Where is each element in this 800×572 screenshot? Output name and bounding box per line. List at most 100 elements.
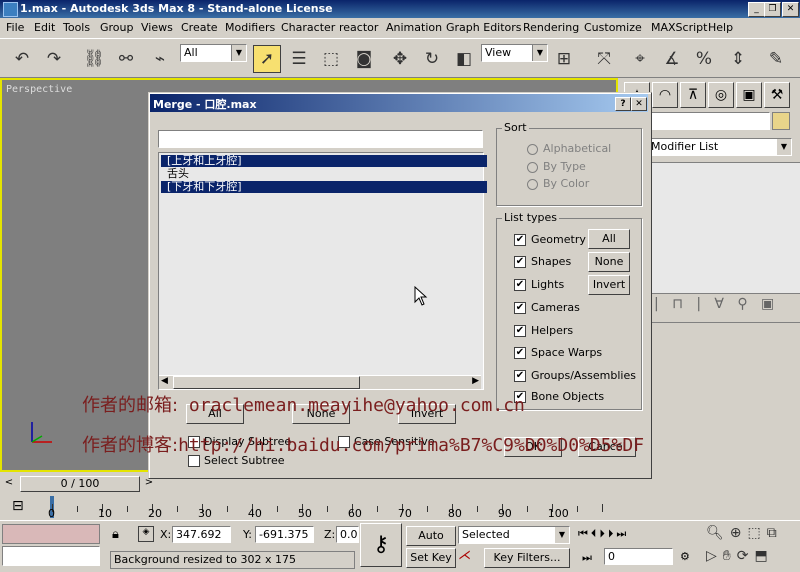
zoom-extents-icon[interactable]: ⬚: [748, 525, 767, 541]
redo-icon[interactable]: ↷: [40, 45, 68, 73]
field-of-view-icon[interactable]: ▷: [706, 548, 723, 564]
x-coordinate-field[interactable]: 347.692: [172, 526, 231, 543]
time-config-icon[interactable]: ⚙: [680, 550, 690, 563]
play-icon[interactable]: ⏵: [599, 527, 608, 540]
zoom-all-icon[interactable]: ⊕: [730, 525, 748, 541]
slider-right-icon[interactable]: >: [142, 476, 156, 490]
display-tab-icon[interactable]: ▣: [736, 82, 762, 108]
hierarchy-tab-icon[interactable]: ⊼: [680, 82, 706, 108]
types-none-button[interactable]: None: [588, 252, 630, 272]
maxscript-input[interactable]: [2, 546, 100, 566]
geometry-checkbox[interactable]: ✔: [514, 234, 526, 246]
key-mode-icon[interactable]: ⏭: [582, 551, 592, 565]
spell-check-icon[interactable]: ✎: [762, 45, 790, 73]
menu-help[interactable]: Help: [708, 21, 733, 34]
lights-checkbox[interactable]: ✔: [514, 279, 526, 291]
shapes-checkbox[interactable]: ✔: [514, 256, 526, 268]
selection-filter-dropdown[interactable]: All ▼: [180, 44, 247, 62]
groups-assemblies-checkbox[interactable]: ✔: [514, 370, 526, 382]
help-button[interactable]: ?: [615, 97, 631, 111]
undo-icon[interactable]: ↶: [8, 45, 36, 73]
key-selection-dropdown[interactable]: Selected ▼: [458, 526, 570, 544]
maximize-viewport-icon[interactable]: ⬒: [755, 548, 774, 564]
list-item[interactable]: 舌头: [161, 168, 487, 180]
dialog-close-button[interactable]: ✕: [631, 97, 647, 111]
menu-modifiers[interactable]: Modifiers: [225, 21, 275, 34]
viewport-label[interactable]: Perspective: [6, 84, 72, 95]
helpers-checkbox[interactable]: ✔: [514, 325, 526, 337]
object-color-swatch[interactable]: [772, 112, 790, 130]
menu-character[interactable]: Character: [281, 21, 335, 34]
rotate-icon[interactable]: ↻: [418, 45, 446, 73]
horizontal-scrollbar[interactable]: ◀ ▶: [159, 375, 481, 389]
menu-group[interactable]: Group: [100, 21, 134, 34]
list-item[interactable]: [上牙和上牙腔]: [161, 155, 487, 167]
menu-reactor[interactable]: reactor: [339, 21, 378, 34]
select-object-icon[interactable]: ➚: [253, 45, 281, 73]
absolute-mode-icon[interactable]: ◈: [138, 526, 154, 542]
unlink-icon[interactable]: ⚯: [112, 45, 140, 73]
utilities-tab-icon[interactable]: ⚒: [764, 82, 790, 108]
z-coordinate-field[interactable]: 0.0: [336, 526, 359, 543]
restore-button[interactable]: ❐: [764, 2, 781, 17]
default-tangent-icon[interactable]: ⋌: [458, 548, 478, 566]
menu-tools[interactable]: Tools: [63, 21, 90, 34]
menu-customize[interactable]: Customize: [584, 21, 642, 34]
current-frame-field[interactable]: 0: [604, 548, 673, 565]
move-icon[interactable]: ✥: [386, 45, 414, 73]
time-slider-thumb[interactable]: 0 / 100: [20, 476, 140, 492]
go-to-start-icon[interactable]: ⏮: [578, 527, 591, 540]
sort-by-color-radio[interactable]: [527, 179, 538, 190]
rectangular-selection-icon[interactable]: ⬚: [317, 45, 345, 73]
lock-icon[interactable]: 🔒︎: [112, 527, 119, 542]
maxscript-listener-mini[interactable]: [2, 524, 100, 544]
scroll-right-icon[interactable]: ▶: [472, 376, 479, 386]
sort-alphabetical-radio[interactable]: [527, 144, 538, 155]
track-bar[interactable]: ⊟ 0 10 20 30 40 50 60 70 80 90 100: [0, 494, 620, 520]
zoom-icon[interactable]: 🔍︎: [706, 525, 730, 541]
types-all-button[interactable]: All: [588, 229, 630, 249]
types-invert-button[interactable]: Invert: [588, 275, 630, 295]
reference-coordinate-dropdown[interactable]: View ▼: [481, 44, 548, 62]
scrollbar-thumb[interactable]: [173, 376, 360, 389]
spinner-snap-icon[interactable]: ⇕: [724, 45, 752, 73]
key-filters-button[interactable]: Key Filters...: [484, 548, 570, 568]
set-key-button[interactable]: Set Key: [406, 548, 456, 568]
minimize-button[interactable]: _: [748, 2, 765, 17]
pivot-center-icon[interactable]: ⊞: [550, 45, 578, 73]
window-crossing-icon[interactable]: ◙: [350, 45, 378, 73]
menu-views[interactable]: Views: [141, 21, 173, 34]
key-icon[interactable]: ⚷: [360, 523, 402, 567]
menu-animation[interactable]: Animation: [386, 21, 442, 34]
pan-icon[interactable]: ✋︎: [723, 548, 737, 564]
menu-edit[interactable]: Edit: [34, 21, 55, 34]
modify-tab-icon[interactable]: ◠: [652, 82, 678, 108]
close-button[interactable]: ✕: [782, 2, 799, 17]
link-icon[interactable]: ⛓: [80, 45, 108, 73]
space-warps-checkbox[interactable]: ✔: [514, 347, 526, 359]
modifier-list-dropdown[interactable]: Modifier List ▼: [650, 138, 792, 156]
auto-key-button[interactable]: Auto Key: [406, 526, 456, 560]
percent-snap-icon[interactable]: %: [690, 45, 718, 73]
object-name-field[interactable]: [650, 112, 770, 130]
bind-spacewarp-icon[interactable]: ⌁: [146, 45, 174, 73]
scroll-left-icon[interactable]: ◀: [161, 376, 168, 386]
menu-create[interactable]: Create: [181, 21, 218, 34]
modifier-stack[interactable]: [650, 162, 800, 294]
slider-left-icon[interactable]: <: [0, 476, 18, 490]
go-to-end-icon[interactable]: ⏭: [616, 527, 629, 540]
mini-curve-editor-icon[interactable]: ⊟: [12, 498, 32, 516]
arc-rotate-icon[interactable]: ⟳: [737, 548, 755, 564]
angle-snap-icon[interactable]: ∡: [658, 45, 686, 73]
y-coordinate-field[interactable]: -691.375: [255, 526, 314, 543]
cameras-checkbox[interactable]: ✔: [514, 302, 526, 314]
sort-by-type-radio[interactable]: [527, 162, 538, 173]
object-filter-input[interactable]: [158, 130, 483, 148]
object-list[interactable]: [上牙和上牙腔] 舌头 [下牙和下牙腔] ◀ ▶: [158, 152, 487, 390]
select-manipulate-icon[interactable]: ⤧: [590, 45, 618, 73]
scale-icon[interactable]: ◧: [450, 45, 478, 73]
menu-file[interactable]: File: [6, 21, 24, 34]
select-by-name-icon[interactable]: ☰: [285, 45, 313, 73]
motion-tab-icon[interactable]: ◎: [708, 82, 734, 108]
menu-maxscript[interactable]: MAXScript: [651, 21, 707, 34]
